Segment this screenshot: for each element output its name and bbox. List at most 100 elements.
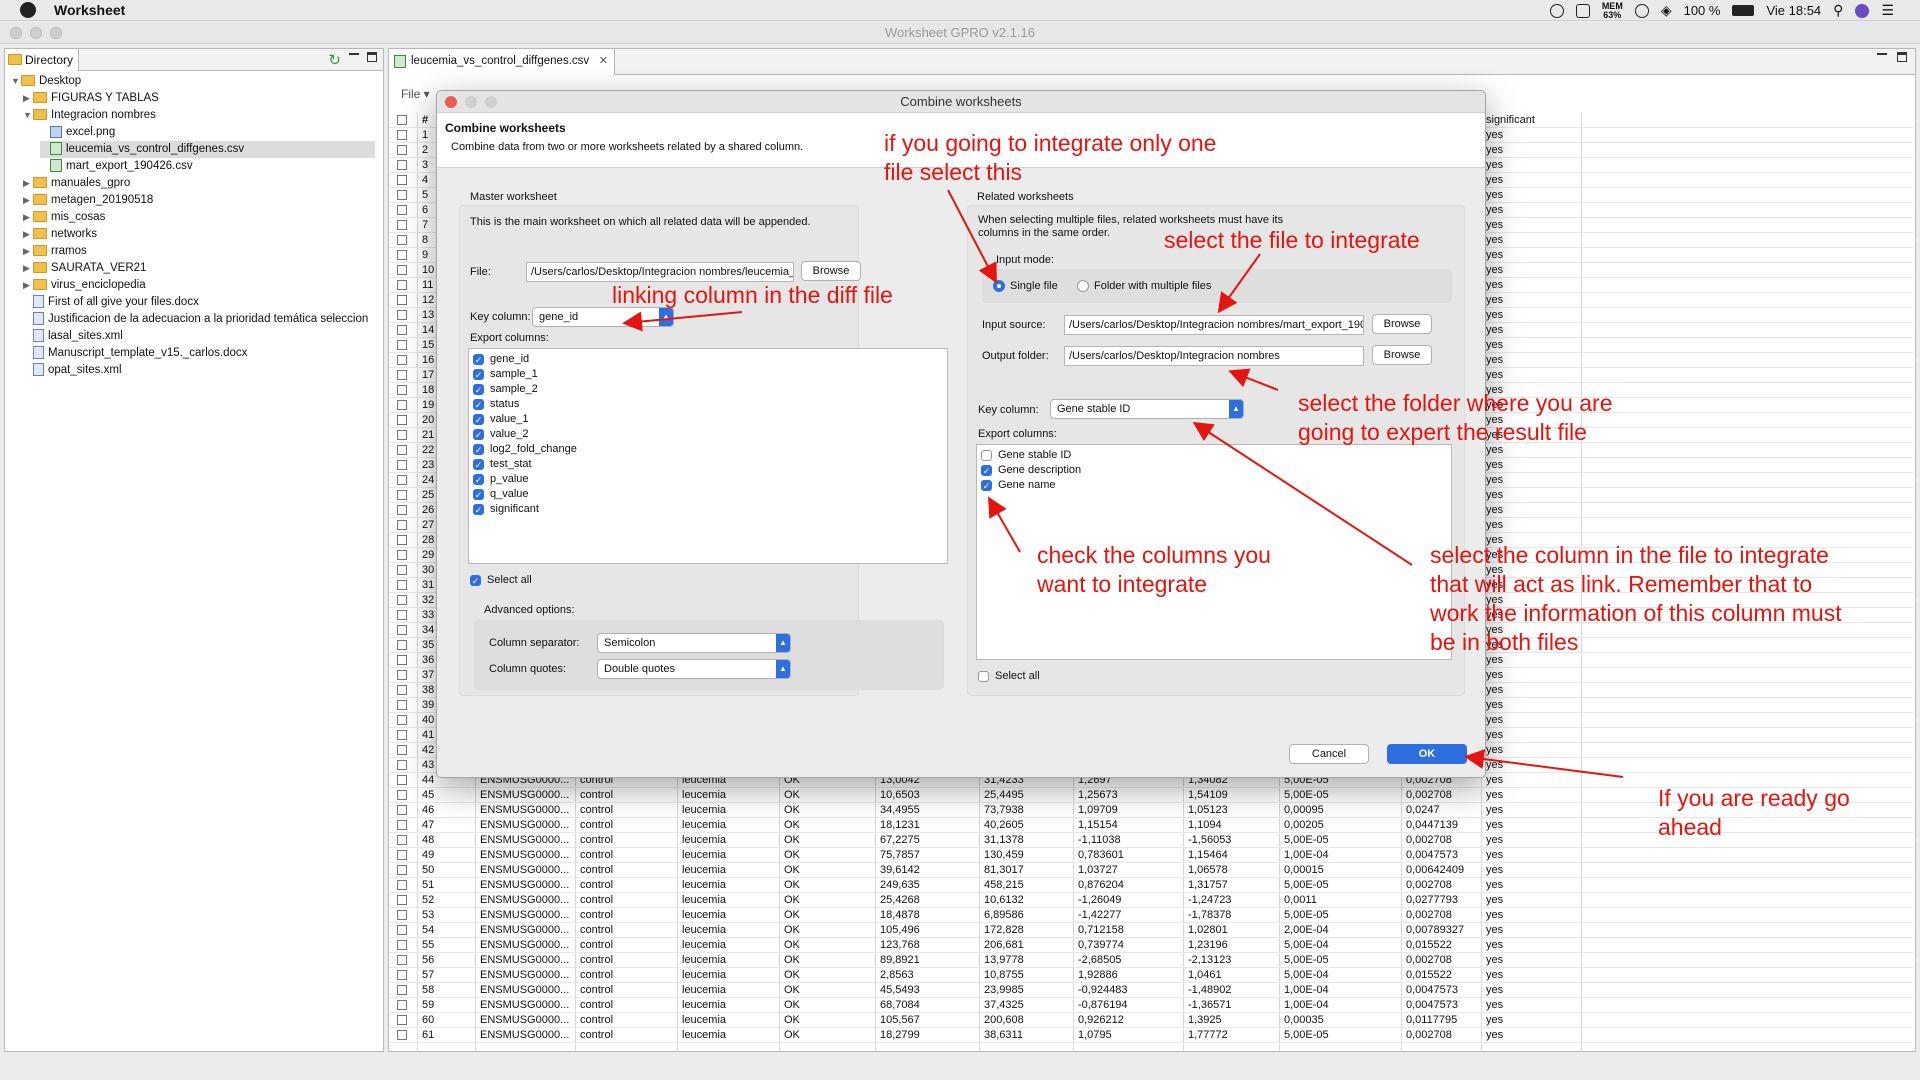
table-row[interactable]: 51 ENSMUSG0000... control leucemia OK 249,635… (389, 878, 1913, 893)
table-cell[interactable]: -1,24723 (1185, 893, 1277, 908)
table-cell[interactable]: 73,7938 (981, 803, 1071, 818)
row-checkbox[interactable] (397, 188, 407, 203)
cell-significant[interactable]: yes (1483, 488, 1503, 503)
table-cell[interactable]: 105,567 (877, 1013, 977, 1028)
table-cell[interactable]: ENSMUSG0000... (477, 818, 573, 833)
table-cell[interactable]: 1,23196 (1185, 938, 1277, 953)
table-cell[interactable]: 249,635 (877, 878, 977, 893)
row-checkbox[interactable] (397, 848, 407, 863)
export-column-item[interactable]: ✓ log2_fold_change (473, 442, 577, 457)
table-cell[interactable]: 13,9778 (981, 953, 1071, 968)
cell-significant[interactable]: yes (1483, 353, 1503, 368)
network-activity-icon[interactable] (1634, 3, 1649, 18)
table-cell[interactable]: 51 (419, 878, 473, 893)
row-checkbox[interactable] (397, 173, 407, 188)
wifi-icon[interactable]: ◈ (1661, 2, 1672, 19)
table-cell[interactable]: 23,9985 (981, 983, 1071, 998)
table-cell[interactable]: leucemia (679, 1028, 777, 1043)
row-checkbox[interactable] (397, 758, 407, 773)
export-column-item[interactable]: ✓ value_2 (473, 427, 529, 442)
table-cell[interactable]: 1,31757 (1185, 878, 1277, 893)
table-cell[interactable]: control (577, 803, 675, 818)
row-checkbox[interactable] (397, 128, 407, 143)
table-row[interactable]: 54 ENSMUSG0000... control leucemia OK 105,496… (389, 923, 1913, 938)
table-cell[interactable]: 0,002708 (1403, 953, 1479, 968)
table-row[interactable]: 52 ENSMUSG0000... control leucemia OK 25,4268… (389, 893, 1913, 908)
table-cell[interactable]: leucemia (679, 788, 777, 803)
cell-significant[interactable]: yes (1483, 233, 1503, 248)
checkbox-checked-icon[interactable]: ✓ (473, 353, 484, 365)
row-checkbox[interactable] (397, 998, 407, 1013)
chevron-right-icon[interactable]: ▶ (23, 175, 33, 192)
dialog-minimize-button[interactable] (465, 96, 477, 108)
table-cell[interactable]: yes (1483, 818, 1579, 833)
table-cell[interactable]: 5,00E-04 (1281, 968, 1399, 983)
table-row[interactable]: 61 ENSMUSG0000... control leucemia OK 18,2799… (389, 1028, 1913, 1043)
table-cell[interactable]: 0,00095 (1281, 803, 1399, 818)
folder-multiple-radio[interactable]: Folder with multiple files (1077, 280, 1211, 293)
table-cell[interactable]: OK (781, 938, 873, 953)
checkbox-checked-icon[interactable]: ✓ (473, 488, 484, 500)
chevron-right-icon[interactable]: ▶ (23, 260, 33, 277)
table-cell[interactable]: 38,6311 (981, 1028, 1071, 1043)
table-cell[interactable]: OK (781, 803, 873, 818)
table-cell[interactable]: 46 (419, 803, 473, 818)
table-cell[interactable]: 6,89586 (981, 908, 1071, 923)
row-checkbox[interactable] (397, 878, 407, 893)
tree-item[interactable]: ▶ FIGURAS Y TABLAS (23, 90, 375, 107)
table-cell[interactable]: yes (1483, 908, 1579, 923)
row-checkbox[interactable] (397, 248, 407, 263)
table-cell[interactable]: 37,4325 (981, 998, 1071, 1013)
row-checkbox[interactable] (397, 578, 407, 593)
table-cell[interactable]: 0,015522 (1403, 938, 1479, 953)
cell-significant[interactable]: yes (1483, 698, 1503, 713)
directory-tab[interactable]: Directory (5, 49, 79, 71)
tree-item[interactable]: ▼ Integracion nombres (23, 107, 375, 124)
table-cell[interactable]: 0,0447139 (1403, 818, 1479, 833)
row-checkbox[interactable] (397, 323, 407, 338)
master-select-all[interactable]: ✓ Select all (470, 574, 532, 586)
checkbox-checked-icon[interactable]: ✓ (981, 464, 992, 476)
table-cell[interactable]: 200,608 (981, 1013, 1071, 1028)
table-cell[interactable]: leucemia (679, 848, 777, 863)
row-checkbox[interactable] (397, 788, 407, 803)
editor-maximize-icon[interactable] (1897, 52, 1907, 62)
row-checkbox[interactable] (397, 158, 407, 173)
table-cell[interactable]: control (577, 878, 675, 893)
table-cell[interactable]: yes (1483, 848, 1579, 863)
row-checkbox[interactable] (397, 278, 407, 293)
separator-select[interactable]: Semicolon ▲ (597, 633, 791, 653)
chevron-down-icon[interactable]: ▼ (11, 73, 21, 90)
checkbox-checked-icon[interactable]: ✓ (473, 428, 484, 440)
quotes-select[interactable]: Double quotes ▲ (597, 659, 791, 679)
clock[interactable]: Vie 18:54 (1766, 3, 1821, 18)
minimize-view-icon[interactable] (349, 53, 359, 56)
table-cell[interactable]: 0,0247 (1403, 803, 1479, 818)
table-cell[interactable]: 105,496 (877, 923, 977, 938)
row-checkbox[interactable] (397, 863, 407, 878)
chevron-right-icon[interactable]: ▶ (23, 192, 33, 209)
chevron-right-icon[interactable]: ▶ (23, 226, 33, 243)
row-checkbox[interactable] (397, 953, 407, 968)
table-cell[interactable]: 52 (419, 893, 473, 908)
tree-item[interactable]: ▶ rramos (23, 243, 375, 260)
table-cell[interactable]: ENSMUSG0000... (477, 863, 573, 878)
export-column-item[interactable]: ✓ sample_1 (473, 367, 538, 382)
cell-significant[interactable]: yes (1483, 458, 1503, 473)
row-checkbox[interactable] (397, 308, 407, 323)
table-cell[interactable]: -1,48902 (1185, 983, 1277, 998)
row-checkbox[interactable] (397, 593, 407, 608)
table-cell[interactable]: 123,768 (877, 938, 977, 953)
radio-unselected-icon[interactable] (1077, 280, 1089, 293)
row-checkbox[interactable] (397, 473, 407, 488)
table-cell[interactable]: 0,0047573 (1403, 998, 1479, 1013)
table-cell[interactable]: 1,00E-04 (1281, 848, 1399, 863)
table-cell[interactable]: 10,8755 (981, 968, 1071, 983)
table-cell[interactable]: yes (1483, 968, 1579, 983)
input-source-field[interactable]: /Users/carlos/Desktop/Integracion nombre… (1064, 315, 1364, 335)
table-cell[interactable]: 18,4878 (877, 908, 977, 923)
table-cell[interactable]: 1,09709 (1075, 803, 1181, 818)
cell-significant[interactable]: yes (1483, 293, 1503, 308)
row-checkbox[interactable] (397, 893, 407, 908)
battery-percent[interactable]: 100 % (1684, 3, 1721, 18)
